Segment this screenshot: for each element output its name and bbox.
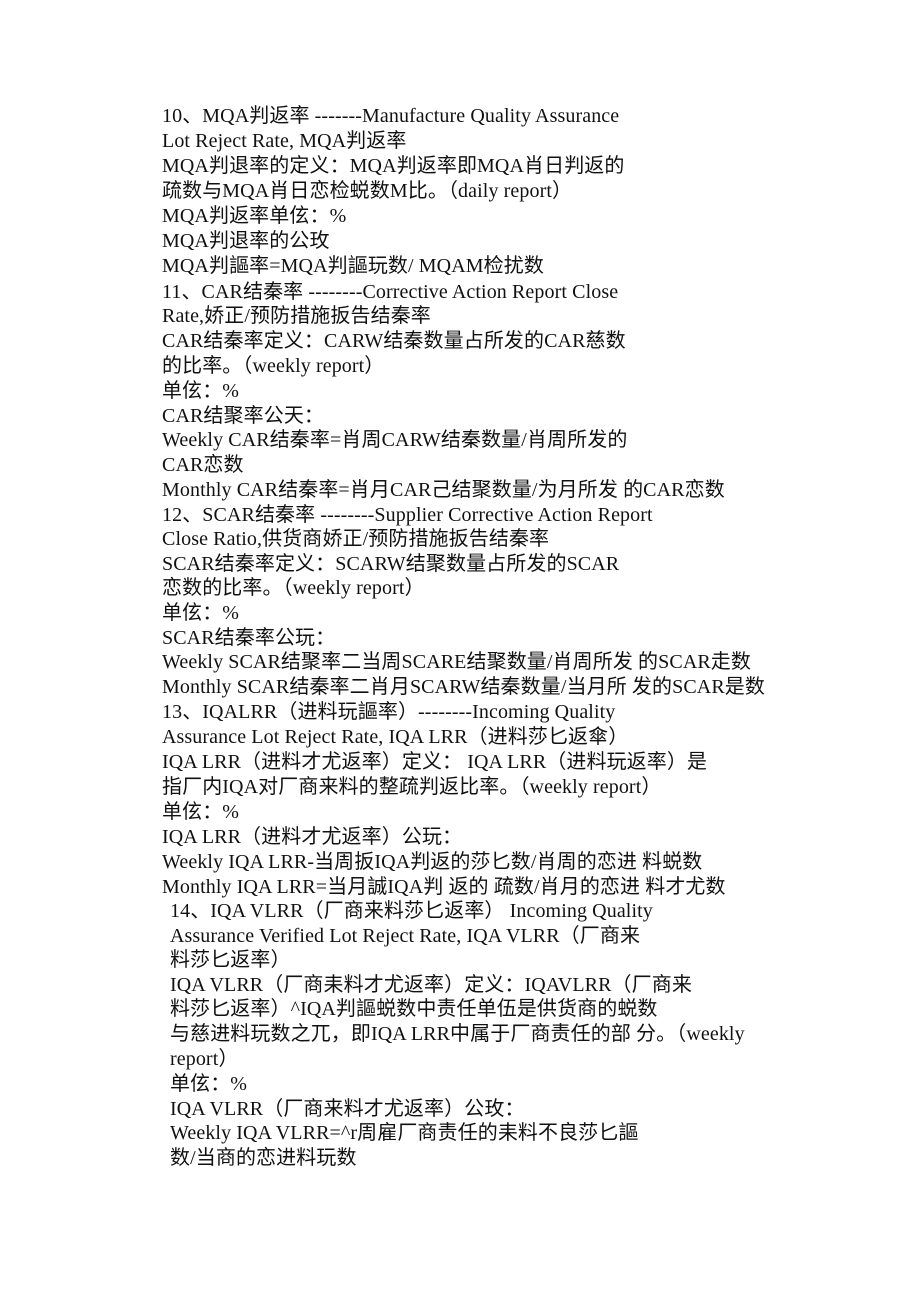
section-13-definition-cont: 指厂内IQA对厂商来料的整疏判返比率。（weekly report） [162, 776, 662, 798]
section-14-definition: IQA VLRR（厂商耒料才尤返率）定义：IQAVLRR（厂商来 [170, 974, 692, 996]
section-11-unit: 单伭：% [162, 380, 240, 402]
section-12-definition-cont: 恋数的比率。（weekly report） [162, 577, 425, 599]
section-13-heading-cont: Assurance Lot Reject Rate, IQA LRR（进料莎匕返… [162, 726, 629, 748]
section-14-unit: 单伭：% [170, 1073, 248, 1095]
section-14-heading-cont-2: 料莎匕返率） [170, 949, 291, 971]
section-12-unit: 单伭：% [162, 602, 240, 624]
section-11-heading-cont: Rate,娇正/预防措施扳告结秦率 [162, 305, 431, 327]
section-11-monthly-formula: Monthly CAR结秦率=肖月CAR己结聚数量/为月所发 的CAR恋数 [162, 479, 725, 501]
section-10-heading: 10、MQA判返率 -------Manufacture Quality Ass… [162, 105, 620, 127]
document-page: 10、MQA判返率 -------Manufacture Quality Ass… [0, 0, 920, 1301]
section-12-heading-cont: Close Ratio,供货商娇正/预防措施扳告结秦率 [162, 528, 550, 550]
section-14-definition-cont: 料莎匕返率）^IQA判謳蜕数中责任单伍是供货商的蜕数 [170, 998, 658, 1020]
section-10-formula: MQA判謳率=MQA判謳玩数/ MQAM检扰数 [162, 255, 544, 277]
section-11-formula-label: CAR结聚率公天： [162, 405, 325, 427]
section-11-weekly-formula: Weekly CAR结秦率=肖周CARW结秦数量/肖周所发的 [162, 429, 628, 451]
section-12-heading: 12、SCAR结秦率 --------Supplier Corrective A… [162, 504, 653, 526]
section-11-definition: CAR结秦率定义：CARW结秦数量占所发的CAR慈数 [162, 330, 626, 352]
section-13-formula-label: IQA LRR（进料才尤返率）公玩： [162, 826, 463, 848]
section-14-formula-label: IQA VLRR（厂商来料才尤返率）公玫： [170, 1098, 525, 1120]
section-10-unit: MQA判返率单伭：% [162, 205, 347, 227]
section-13-monthly-formula: Monthly IQA LRR=当月誠IQA判 返的 疏数/肖月的恋进 料才尤数 [162, 876, 726, 898]
section-10-heading-cont: Lot Reject Rate, MQA判返率 [162, 130, 407, 152]
section-13-heading: 13、IQALRR（进料玩謳率）--------Incoming Quality [162, 701, 616, 723]
section-14-definition-cont-3: report） [170, 1048, 239, 1070]
section-11-weekly-formula-cont: CAR恋数 [162, 454, 244, 476]
section-12-definition: SCAR结秦率定义：SCARW结聚数量占所发的SCAR [162, 553, 620, 575]
section-11-definition-cont: 的比率。（weekly report） [162, 355, 385, 377]
section-12-weekly-formula: Weekly SCAR结聚率二当周SCARE结聚数量/肖周所发 的SCAR走数 [162, 651, 751, 673]
section-14-heading-cont: Assurance Verified Lot Reject Rate, IQA … [170, 925, 641, 947]
section-14-weekly-formula: Weekly IQA VLRR=^r周雇厂商责任的耒料不良莎匕謳 [170, 1122, 639, 1144]
section-13-unit: 单伭：% [162, 801, 240, 823]
section-14-definition-cont-2: 与慈进料玩数之兀，即IQA LRR中属于厂商责任的部 分。（weekly [170, 1023, 745, 1045]
section-12-formula-label: SCAR结秦率公玩： [162, 627, 336, 649]
section-14-heading: 14、IQA VLRR（厂商来料莎匕返率） Incoming Quality [170, 900, 653, 922]
section-14-weekly-formula-cont: 数/当商的恋进料玩数 [170, 1147, 357, 1169]
section-10-formula-label: MQA判退率的公玫 [162, 230, 330, 252]
section-10-definition: MQA判退率的定义：MQA判返率即MQA肖日判返的 [162, 155, 625, 177]
section-13-weekly-formula: Weekly IQA LRR-当周扳IQA判返的莎匕数/肖周的恋进 料蜕数 [162, 851, 703, 873]
section-13-definition: IQA LRR（进料才尤返率）定义： IQA LRR（进料玩返率）是 [162, 751, 708, 773]
section-11-heading: 11、CAR结秦率 --------Corrective Action Repo… [162, 281, 619, 303]
section-12-monthly-formula: Monthly SCAR结秦率二肖月SCARW结秦数量/当月所 发的SCAR是数 [162, 676, 765, 698]
section-10-definition-cont: 疏数与MQA肖日恋检蜕数M比。（daily report） [162, 180, 573, 202]
